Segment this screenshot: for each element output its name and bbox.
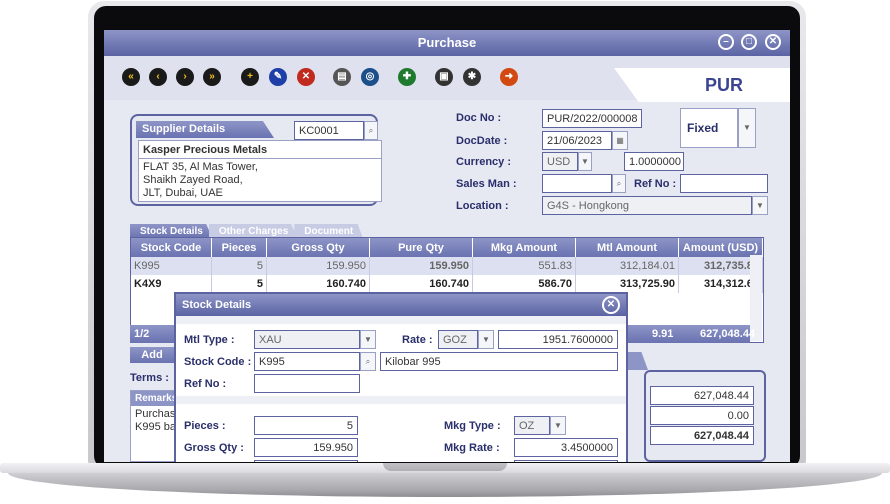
mtl-type-dropdown-icon[interactable]: ▼ — [360, 330, 376, 349]
rate-label: Rate : — [402, 334, 433, 346]
mtl-type-select[interactable]: XAU — [254, 330, 360, 349]
supplier-code-field[interactable]: KC0001 — [294, 121, 364, 140]
terms-label: Terms : — [130, 372, 169, 384]
minimize-icon[interactable]: – — [718, 34, 734, 50]
fixed-select[interactable]: Fixed — [680, 108, 738, 148]
salesman-field[interactable] — [542, 174, 612, 193]
last-record-icon[interactable]: » — [203, 68, 221, 86]
supplier-search-icon[interactable]: ⌕ — [364, 121, 378, 140]
col-pure-qty[interactable]: Pure Qty — [369, 238, 473, 257]
pieces-label: Pieces : — [184, 420, 226, 432]
mkg-rate-field[interactable]: 3.4500000 — [514, 438, 618, 457]
app-window: Purchase – □ ✕ « ‹ › » + ✎ ✕ ▤ ◎ ✚ ▣ ✱ ➜… — [104, 30, 790, 462]
mkg-type-label: Mkg Type : — [444, 420, 501, 432]
new-icon[interactable]: + — [241, 68, 259, 86]
currency-rate-field[interactable]: 1.0000000 — [624, 152, 684, 171]
laptop-base — [0, 463, 890, 504]
col-mkg-amount[interactable]: Mkg Amount — [472, 238, 576, 257]
totals-tab[interactable] — [626, 352, 648, 370]
col-gross-qty[interactable]: Gross Qty — [266, 238, 370, 257]
stock-code-search-icon[interactable]: ⌕ — [360, 352, 376, 371]
dialog-ref-no-field[interactable] — [254, 374, 360, 393]
table-row[interactable]: K995 5 159.950 159.950 551.83 312,184.01 312,7… — [131, 257, 763, 275]
doc-date-label: DocDate : — [456, 135, 508, 147]
grid-page-indicator: 1/2 — [134, 328, 150, 340]
col-stock-code[interactable]: Stock Code — [131, 238, 212, 257]
supplier-name: Kasper Precious Metals — [138, 140, 382, 159]
doc-no-label: Doc No : — [456, 112, 502, 124]
col-pieces[interactable]: Pieces — [211, 238, 267, 257]
next-field-partial-right[interactable] — [514, 460, 618, 462]
totals-gross: 627,048.44 — [650, 386, 754, 405]
gross-qty-label: Gross Qty : — [184, 442, 244, 454]
currency-label: Currency : — [456, 156, 512, 168]
supplier-details-tab[interactable]: Supplier Details — [136, 121, 274, 138]
location-label: Location : — [456, 200, 509, 212]
doc-date-field[interactable]: 21/06/2023 — [542, 131, 612, 150]
add-row-button[interactable]: Add — [130, 347, 174, 363]
mkg-rate-label: Mkg Rate : — [444, 442, 500, 454]
location-select[interactable]: G4S - Hongkong — [542, 196, 752, 215]
mtl-type-label: Mtl Type : — [184, 334, 235, 346]
doc-no-field[interactable]: PUR/2022/000008 — [542, 109, 642, 128]
save-icon[interactable]: ▣ — [435, 68, 453, 86]
col-mtl-amount[interactable]: Mtl Amount — [575, 238, 679, 257]
dialog-close-icon[interactable]: ✕ — [602, 296, 620, 314]
grid-footer-partial: 9.91 — [652, 328, 674, 340]
print-icon[interactable]: ▤ — [333, 68, 351, 86]
dialog-ref-no-label: Ref No : — [184, 378, 227, 390]
mkg-type-dropdown-icon[interactable]: ▼ — [550, 416, 566, 435]
exit-icon[interactable]: ➜ — [500, 68, 518, 86]
close-icon[interactable]: ✕ — [765, 34, 781, 50]
rate-unit-select[interactable]: GOZ — [438, 330, 478, 349]
ref-no-label: Ref No : — [634, 178, 677, 190]
fixed-dropdown-icon[interactable]: ▼ — [738, 108, 756, 148]
calendar-icon[interactable]: ▦ — [612, 131, 628, 150]
first-record-icon[interactable]: « — [122, 68, 140, 86]
stock-description-field: Kilobar 995 — [380, 352, 618, 371]
dialog-title: Stock Details — [176, 294, 626, 316]
currency-dropdown-icon[interactable]: ▼ — [578, 152, 592, 171]
totals-net: 627,048.44 — [650, 426, 754, 445]
stock-details-dialog: Stock Details ✕ Mtl Type : XAU ▼ Rate : … — [174, 292, 628, 462]
rate-field[interactable]: 1951.7600000 — [498, 330, 618, 349]
mkg-type-select[interactable]: OZ — [514, 416, 550, 435]
search-icon[interactable]: ◎ — [361, 68, 379, 86]
add-icon[interactable]: ✚ — [398, 68, 416, 86]
next-record-icon[interactable]: › — [176, 68, 194, 86]
gross-qty-field[interactable]: 159.950 — [254, 438, 358, 457]
doc-type-badge: PUR — [704, 75, 743, 95]
window-title: Purchase — [104, 30, 790, 56]
totals-charges: 0.00 — [650, 406, 754, 425]
pieces-field[interactable]: 5 — [254, 416, 358, 435]
supplier-address: FLAT 35, Al Mas Tower, Shaikh Zayed Road… — [138, 158, 382, 202]
maximize-icon[interactable]: □ — [741, 34, 757, 50]
edit-icon[interactable]: ✎ — [269, 68, 287, 86]
stock-code-field[interactable]: K995 — [254, 352, 360, 371]
salesman-search-icon[interactable]: ⌕ — [612, 174, 626, 193]
salesman-label: Sales Man : — [456, 178, 517, 190]
grid-footer-total: 627,048.44 — [700, 328, 756, 340]
delete-icon[interactable]: ✕ — [297, 68, 315, 86]
currency-select[interactable]: USD — [542, 152, 578, 171]
location-dropdown-icon[interactable]: ▼ — [752, 196, 768, 215]
stock-code-label: Stock Code : — [184, 356, 252, 368]
settings-icon[interactable]: ✱ — [463, 68, 481, 86]
table-row[interactable]: K4X9 5 160.740 160.740 586.70 313,725.90 314,3… — [131, 275, 763, 293]
previous-record-icon[interactable]: ‹ — [149, 68, 167, 86]
rate-unit-dropdown-icon[interactable]: ▼ — [478, 330, 494, 349]
next-field-partial[interactable] — [254, 460, 358, 462]
ref-no-field[interactable] — [680, 174, 768, 193]
